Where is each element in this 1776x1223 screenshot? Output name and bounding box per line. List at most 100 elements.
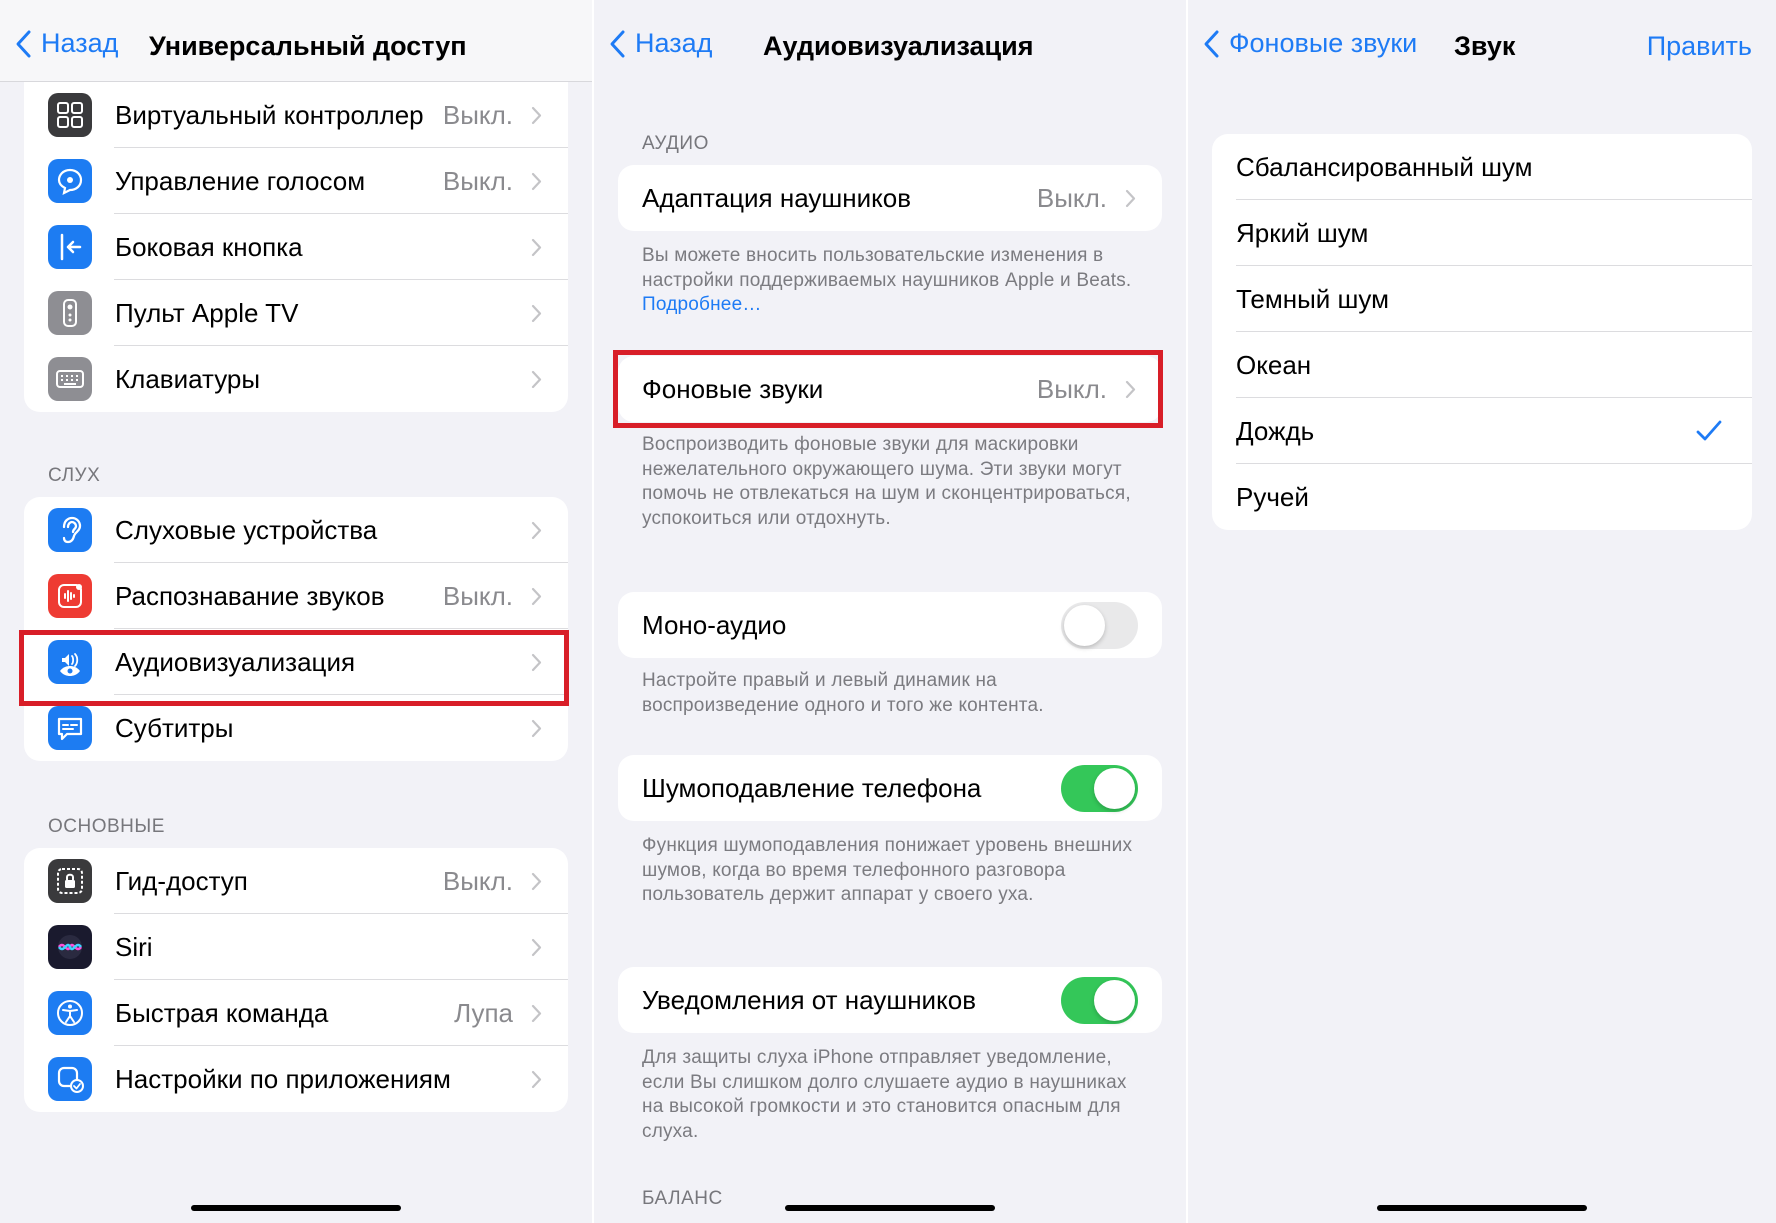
navbar: Назад Аудиовизуализация — [594, 0, 1186, 82]
sound-list-group: Сбалансированный шум Яркий шум Темный шум О… — [1212, 134, 1752, 530]
settings-row[interactable]: Виртуальный контроллер Выкл. — [24, 82, 568, 148]
back-button[interactable]: Фоновые звуки — [1202, 28, 1417, 59]
app-settings-icon — [48, 1057, 92, 1101]
settings-row[interactable]: Гид-доступ Выкл. — [24, 848, 568, 914]
chevron-left-icon — [610, 30, 625, 57]
row-label: Моно-аудио — [642, 609, 787, 640]
navbar: Назад Универсальный доступ — [0, 0, 592, 82]
sound-option-row[interactable]: Дождь — [1212, 398, 1752, 464]
siri-icon — [48, 925, 92, 969]
sound-option-row[interactable]: Океан — [1212, 332, 1752, 398]
settings-row[interactable]: Распознавание звуков Выкл. — [24, 563, 568, 629]
toggle-knob — [1064, 604, 1105, 646]
learn-more-link[interactable]: Подробнее… — [642, 294, 762, 315]
sound-option-label: Океан — [1236, 349, 1312, 380]
sound-option-label: Темный шум — [1236, 283, 1389, 314]
chevron-left-icon — [16, 30, 31, 57]
sound-option-row[interactable]: Сбалансированный шум — [1212, 134, 1752, 200]
headphone-accommodations-row[interactable]: Адаптация наушников Выкл. — [618, 165, 1162, 231]
top-settings-group: Виртуальный контроллер Выкл. Управление го… — [24, 82, 568, 412]
highlight-frame — [613, 350, 1163, 428]
sound-option-label: Яркий шум — [1236, 217, 1369, 248]
back-label: Назад — [41, 28, 119, 58]
mono-audio-footnote: Настройте правый и левый динамик на восп… — [642, 670, 1044, 716]
section-header-hearing: СЛУХ — [48, 465, 101, 486]
sound-option-row[interactable]: Яркий шум — [1212, 200, 1752, 266]
audio-visual-screen: Назад Аудиовизуализация АУДИО Адаптация … — [594, 0, 1186, 1223]
row-label: Адаптация наушников — [642, 182, 912, 213]
settings-row[interactable]: Управление голосом Выкл. — [24, 148, 568, 214]
row-label: Гид-доступ — [115, 865, 248, 896]
chevron-right-icon — [531, 587, 542, 605]
headphone-group: Адаптация наушников Выкл. — [618, 165, 1162, 231]
section-header-balance: БАЛАНС — [642, 1188, 723, 1209]
settings-row[interactable]: Слуховые устройства — [24, 497, 568, 563]
voice-control-icon — [48, 159, 92, 203]
remote-icon — [48, 291, 92, 335]
settings-row[interactable]: Боковая кнопка — [24, 214, 568, 280]
row-label: Виртуальный контроллер — [115, 99, 424, 130]
row-label: Боковая кнопка — [115, 231, 303, 262]
home-indicator — [1377, 1205, 1587, 1211]
chevron-left-icon — [1204, 30, 1219, 57]
row-value: Выкл. — [442, 580, 513, 611]
toggle-knob — [1094, 979, 1135, 1021]
row-value: Выкл. — [442, 165, 513, 196]
chevron-right-icon — [531, 106, 542, 124]
headphone-notifications-toggle[interactable] — [1061, 976, 1138, 1024]
checkmark-icon — [1696, 420, 1722, 441]
ear-icon — [48, 508, 92, 552]
row-label: Распознавание звуков — [115, 580, 385, 611]
subtitles-icon — [48, 706, 92, 750]
accessibility-icon — [48, 991, 92, 1035]
mono-audio-toggle[interactable] — [1061, 601, 1138, 649]
page-title: Аудиовизуализация — [763, 31, 1034, 61]
row-label: Настройки по приложениям — [115, 1063, 451, 1094]
page-title: Универсальный доступ — [149, 31, 467, 61]
row-label: Управление голосом — [115, 165, 366, 196]
headphone-notifications-row: Уведомления от наушников — [618, 967, 1162, 1033]
chevron-right-icon — [531, 521, 542, 539]
row-value: Выкл. — [442, 865, 513, 896]
row-label: Siri — [115, 931, 153, 962]
chevron-right-icon — [531, 238, 542, 256]
home-indicator — [785, 1205, 995, 1211]
settings-row[interactable]: Быстрая команда Лупа — [24, 980, 568, 1046]
sound-option-label: Ручей — [1236, 481, 1309, 512]
navbar: Фоновые звуки Звук Править — [1188, 0, 1776, 82]
sound-option-label: Сбалансированный шум — [1236, 151, 1533, 182]
mono-audio-group: Моно-аудио — [618, 592, 1162, 658]
back-label: Фоновые звуки — [1229, 28, 1418, 58]
chevron-right-icon — [531, 1070, 542, 1088]
back-button[interactable]: Назад — [608, 28, 712, 59]
row-label: Уведомления от наушников — [642, 984, 977, 1015]
chevron-right-icon — [531, 370, 542, 388]
headphone-notifications-footnote: Для защиты слуха iPhone отправляет уведо… — [642, 1047, 1127, 1142]
row-label: Слуховые устройства — [115, 514, 378, 545]
settings-row[interactable]: Siri — [24, 914, 568, 980]
sound-option-row[interactable]: Темный шум — [1212, 266, 1752, 332]
waveform-icon — [48, 574, 92, 618]
settings-row[interactable]: Пульт Apple TV — [24, 280, 568, 346]
row-value: Выкл. — [1036, 182, 1107, 213]
general-settings-group: Гид-доступ Выкл. Siri Быстрая команда Лупа На… — [24, 848, 568, 1112]
chevron-right-icon — [531, 172, 542, 190]
headphone-footnote: Вы можете вносить пользовательские измен… — [642, 244, 1146, 318]
row-label: Клавиатуры — [115, 363, 261, 394]
back-label: Назад — [635, 28, 713, 58]
home-indicator — [191, 1205, 401, 1211]
chevron-right-icon — [1125, 189, 1136, 207]
sound-picker-screen: Фоновые звуки Звук Править Сбалансирован… — [1188, 0, 1776, 1223]
settings-row[interactable]: Клавиатуры — [24, 346, 568, 412]
accessibility-screen: Назад Универсальный доступ Виртуальный к… — [0, 0, 592, 1223]
settings-row[interactable]: Настройки по приложениям — [24, 1046, 568, 1112]
chevron-right-icon — [531, 304, 542, 322]
chevron-right-icon — [531, 872, 542, 890]
screens: Назад Универсальный доступ Виртуальный к… — [0, 0, 1776, 1223]
sound-option-row[interactable]: Ручей — [1212, 464, 1752, 530]
back-button[interactable]: Назад — [14, 28, 118, 59]
headphone-notifications-group: Уведомления от наушников — [618, 967, 1162, 1033]
edit-button[interactable]: Править — [1647, 31, 1752, 62]
footnote-text: Вы можете вносить пользовательские измен… — [642, 245, 1132, 291]
noise-cancellation-toggle[interactable] — [1061, 764, 1138, 812]
